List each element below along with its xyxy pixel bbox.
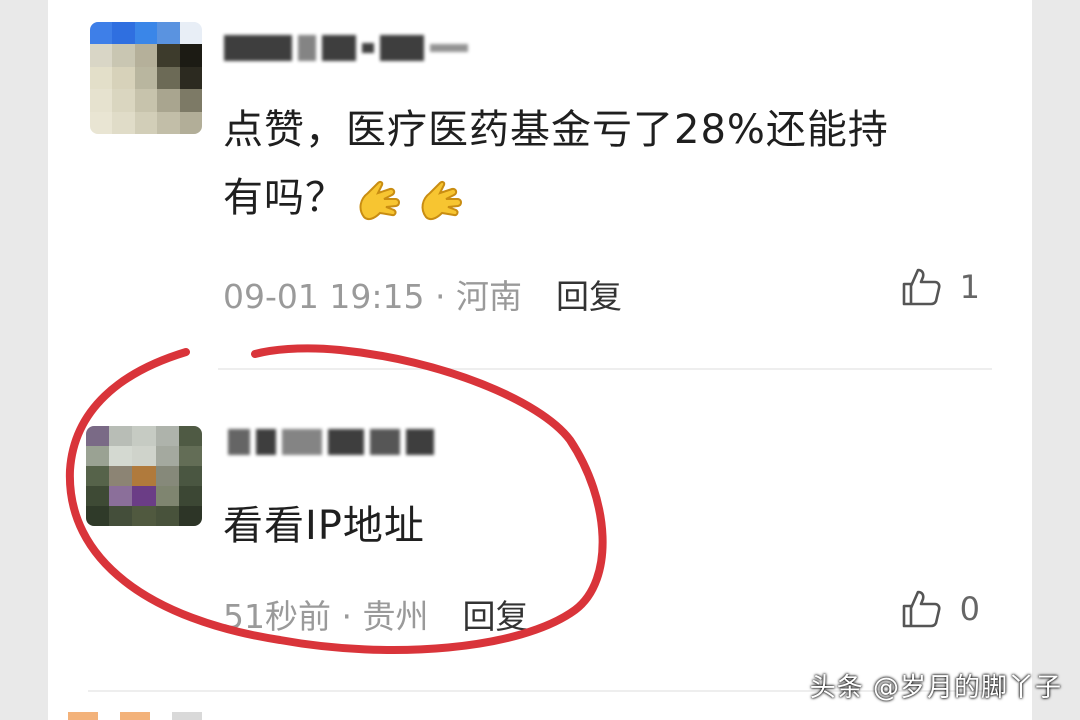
comment-meta: 51秒前 · 贵州 回复 bbox=[223, 590, 528, 638]
comment-text-tail: 有吗？ bbox=[223, 175, 346, 221]
comment-text: 点赞，医疗医药基金亏了28%还能持 有吗？ bbox=[223, 96, 889, 232]
thumbs-up-icon bbox=[902, 268, 941, 306]
avatar[interactable] bbox=[86, 426, 202, 526]
folded-hands-emoji bbox=[359, 180, 400, 221]
next-comment-avatar-partial bbox=[68, 712, 208, 720]
timestamp-location: 09-01 19:15 · 河南 bbox=[223, 277, 522, 316]
comment-item: 看看IP地址 51秒前 · 贵州 回复 0 bbox=[48, 370, 1032, 690]
like-count: 1 bbox=[959, 268, 980, 306]
comment-item: 点赞，医疗医药基金亏了28%还能持 有吗？ 09-01 19:15 · 河南 回… bbox=[48, 0, 1032, 350]
comment-text: 看看IP地址 bbox=[223, 492, 425, 560]
username-blurred[interactable] bbox=[228, 422, 434, 462]
comment-meta: 09-01 19:15 · 河南 回复 bbox=[223, 270, 622, 318]
avatar[interactable] bbox=[90, 22, 202, 134]
like-button[interactable]: 0 bbox=[900, 588, 980, 630]
like-count: 0 bbox=[959, 590, 980, 628]
comment-text-line: 点赞，医疗医药基金亏了28%还能持 bbox=[223, 107, 889, 153]
timestamp-location: 51秒前 · 贵州 bbox=[223, 597, 429, 636]
comment-text-line: 看看IP地址 bbox=[223, 503, 425, 549]
comment-text-line: 有吗？ bbox=[223, 164, 889, 232]
reply-button[interactable]: 回复 bbox=[462, 590, 528, 638]
thumbs-up-icon bbox=[902, 590, 941, 628]
username-blurred[interactable] bbox=[224, 28, 468, 68]
comment-panel: 点赞，医疗医药基金亏了28%还能持 有吗？ 09-01 19:15 · 河南 回… bbox=[48, 0, 1032, 720]
like-button[interactable]: 1 bbox=[900, 266, 980, 308]
folded-hands-emoji bbox=[421, 180, 462, 221]
reply-button[interactable]: 回复 bbox=[556, 270, 622, 318]
watermark: 头条 @岁月的脚丫子 bbox=[809, 673, 1062, 703]
